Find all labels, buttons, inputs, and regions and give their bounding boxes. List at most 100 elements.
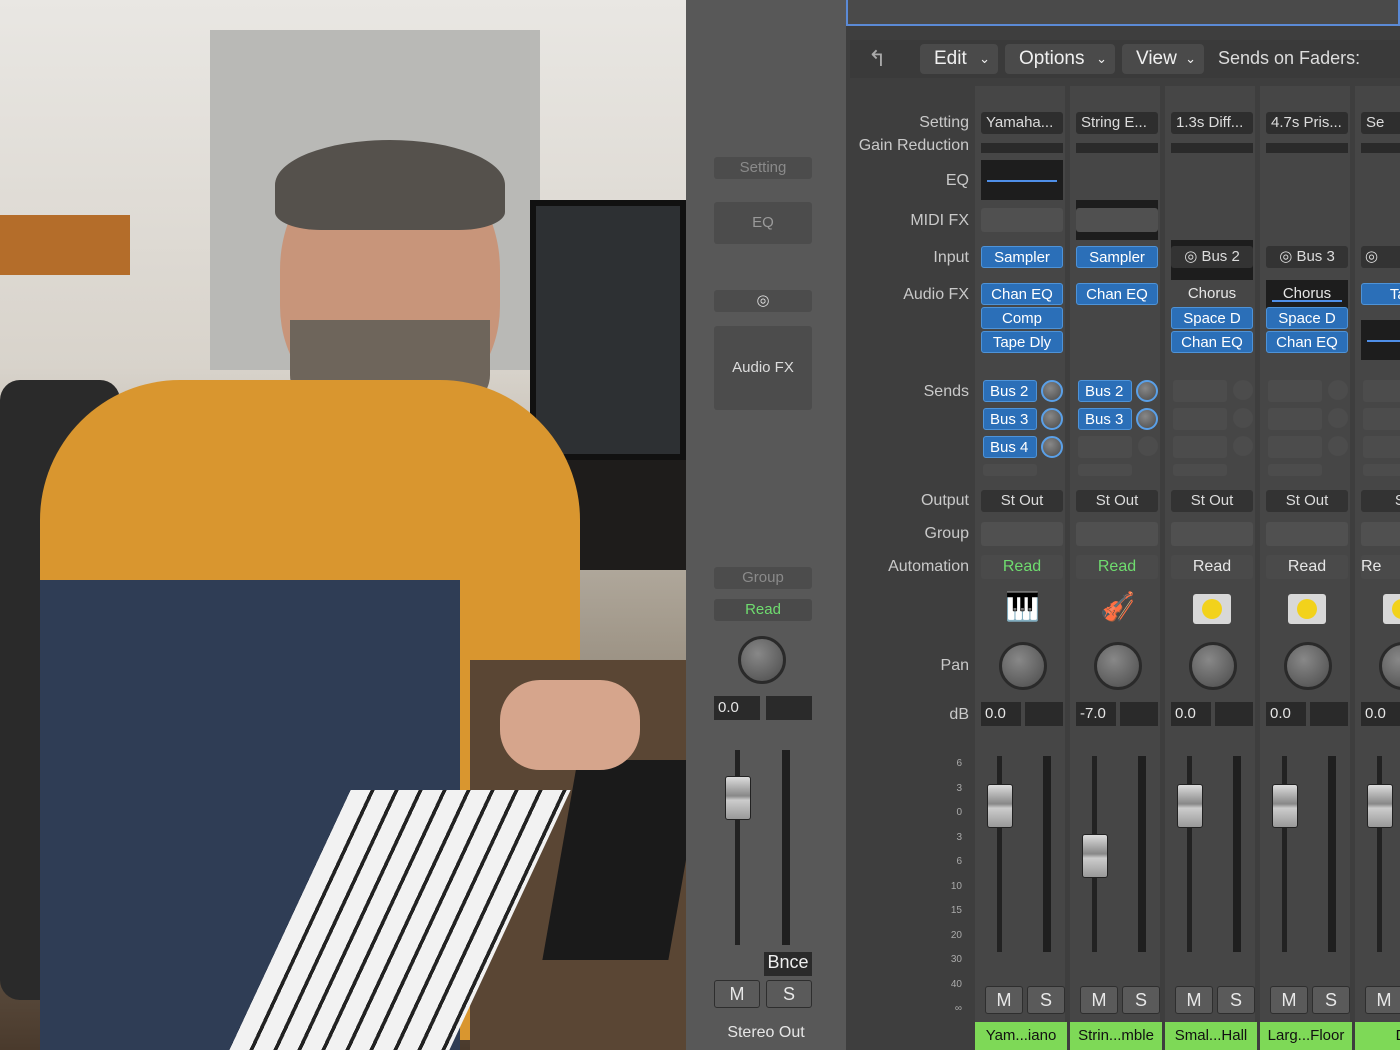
setting-slot[interactable]: String E... [1076,112,1158,134]
output-slot[interactable]: St Out [1171,490,1253,512]
empty-send-slot[interactable] [1268,464,1322,476]
empty-send-slot[interactable] [1078,464,1132,476]
view-menu[interactable]: View ⌄ [1122,44,1204,74]
pan-knob[interactable] [1284,642,1332,690]
input-slot[interactable]: Sampler [1076,246,1158,268]
link-icon[interactable]: ◎ [714,290,812,312]
output-slot[interactable]: St Out [981,490,1063,512]
solo-button[interactable]: S [1217,986,1255,1014]
track-name[interactable]: Smal...Hall [1165,1022,1257,1050]
track-name[interactable]: Strin...mble [1070,1022,1162,1050]
group-slot[interactable] [1076,522,1158,546]
volume-fader-handle[interactable] [1367,784,1393,828]
output-slot[interactable]: St Out [1266,490,1348,512]
empty-send-slot[interactable] [1078,436,1132,458]
audio-fx-slot[interactable]: Chan EQ [1266,331,1348,353]
setting-slot[interactable]: Yamaha... [981,112,1063,134]
empty-send-slot[interactable] [1173,436,1227,458]
audio-fx-slot[interactable]: Comp [981,307,1063,329]
audio-fx-slot[interactable]: Tap [1361,283,1400,305]
output-eq-slot[interactable]: EQ [714,202,812,244]
aux-icon[interactable] [1193,594,1231,624]
midi-fx-slot[interactable] [1076,208,1158,232]
setting-slot[interactable]: Se [1361,112,1400,134]
mute-button[interactable]: M [1270,986,1308,1014]
up-arrow-icon[interactable]: ↰ [868,46,886,72]
audio-fx-slot[interactable]: Tape Dly [981,331,1063,353]
empty-send-slot[interactable] [1268,380,1322,402]
volume-fader-handle[interactable] [1177,784,1203,828]
group-slot[interactable] [981,522,1063,546]
audio-fx-slot[interactable]: Chan EQ [1076,283,1158,305]
mute-button[interactable]: M [1080,986,1118,1014]
send-slot[interactable]: Bus 3 [1078,408,1132,430]
input-slot[interactable]: ◎ Bus 2 [1171,246,1253,268]
send-level-knob[interactable] [1041,380,1063,402]
output-automation-button[interactable]: Read [714,599,812,621]
midi-fx-slot[interactable] [981,208,1063,232]
track-name[interactable]: D [1355,1022,1400,1050]
empty-send-slot[interactable] [1363,380,1400,402]
output-slot[interactable]: St Out [1076,490,1158,512]
output-pan-knob[interactable] [738,636,786,684]
mute-button[interactable]: M [1365,986,1400,1014]
audio-fx-slot[interactable]: Chorus [1266,283,1348,305]
output-mute-button[interactable]: M [714,980,760,1008]
eq-thumbnail[interactable] [1361,320,1400,360]
audio-fx-slot[interactable]: Chorus [1171,283,1253,305]
pan-knob[interactable] [999,642,1047,690]
send-slot[interactable]: Bus 4 [983,436,1037,458]
output-group-slot[interactable]: Group [714,567,812,589]
aux-icon[interactable] [1288,594,1326,624]
input-slot[interactable]: ◎ Bus 3 [1266,246,1348,268]
empty-send-slot[interactable] [1173,464,1227,476]
output-audio-fx-slot[interactable]: Audio FX [714,326,812,410]
edit-menu[interactable]: Edit ⌄ [920,44,998,74]
empty-send-slot[interactable] [1173,380,1227,402]
audio-fx-slot[interactable]: Space D [1266,307,1348,329]
empty-send-slot[interactable] [1363,436,1400,458]
bounce-button[interactable]: Bnce [764,952,812,976]
send-level-knob[interactable] [1136,380,1158,402]
audio-fx-slot[interactable]: Space D [1171,307,1253,329]
track-name[interactable]: Larg...Floor [1260,1022,1352,1050]
empty-send-slot[interactable] [1268,408,1322,430]
mute-button[interactable]: M [985,986,1023,1014]
output-solo-button[interactable]: S [766,980,812,1008]
send-level-knob[interactable] [1041,408,1063,430]
pan-knob[interactable] [1189,642,1237,690]
options-menu[interactable]: Options ⌄ [1005,44,1115,74]
send-slot[interactable]: Bus 2 [1078,380,1132,402]
setting-slot[interactable]: 1.3s Diff... [1171,112,1253,134]
solo-button[interactable]: S [1122,986,1160,1014]
solo-button[interactable]: S [1312,986,1350,1014]
link-icon[interactable]: ◎ [1361,246,1400,268]
output-fader-handle[interactable] [725,776,751,820]
input-slot[interactable]: Sampler [981,246,1063,268]
volume-fader-handle[interactable] [987,784,1013,828]
send-slot[interactable]: Bus 2 [983,380,1037,402]
empty-send-slot[interactable] [1363,464,1400,476]
piano-icon[interactable]: 🎹 [1005,590,1040,623]
group-slot[interactable] [1171,522,1253,546]
mute-button[interactable]: M [1175,986,1213,1014]
volume-fader-handle[interactable] [1082,834,1108,878]
volume-db-value[interactable]: -7.0 [1076,702,1116,726]
solo-button[interactable]: S [1027,986,1065,1014]
automation-button[interactable]: Read [981,555,1063,579]
automation-button[interactable]: Read [1266,555,1348,579]
send-slot[interactable]: Bus 3 [983,408,1037,430]
volume-db-value[interactable]: 0.0 [1266,702,1306,726]
audio-fx-slot[interactable]: Chan EQ [981,283,1063,305]
track-name[interactable]: Yam...iano [975,1022,1067,1050]
group-slot[interactable] [1266,522,1348,546]
volume-db-value[interactable]: 0.0 [1361,702,1400,726]
empty-send-slot[interactable] [1173,408,1227,430]
strings-icon[interactable]: 🎻 [1100,590,1135,623]
volume-fader-handle[interactable] [1272,784,1298,828]
output-slot[interactable]: St [1361,490,1400,512]
aux-icon[interactable] [1383,594,1400,624]
automation-button[interactable]: Read [1076,555,1158,579]
volume-db-value[interactable]: 0.0 [981,702,1021,726]
automation-button[interactable]: Re [1361,555,1400,579]
